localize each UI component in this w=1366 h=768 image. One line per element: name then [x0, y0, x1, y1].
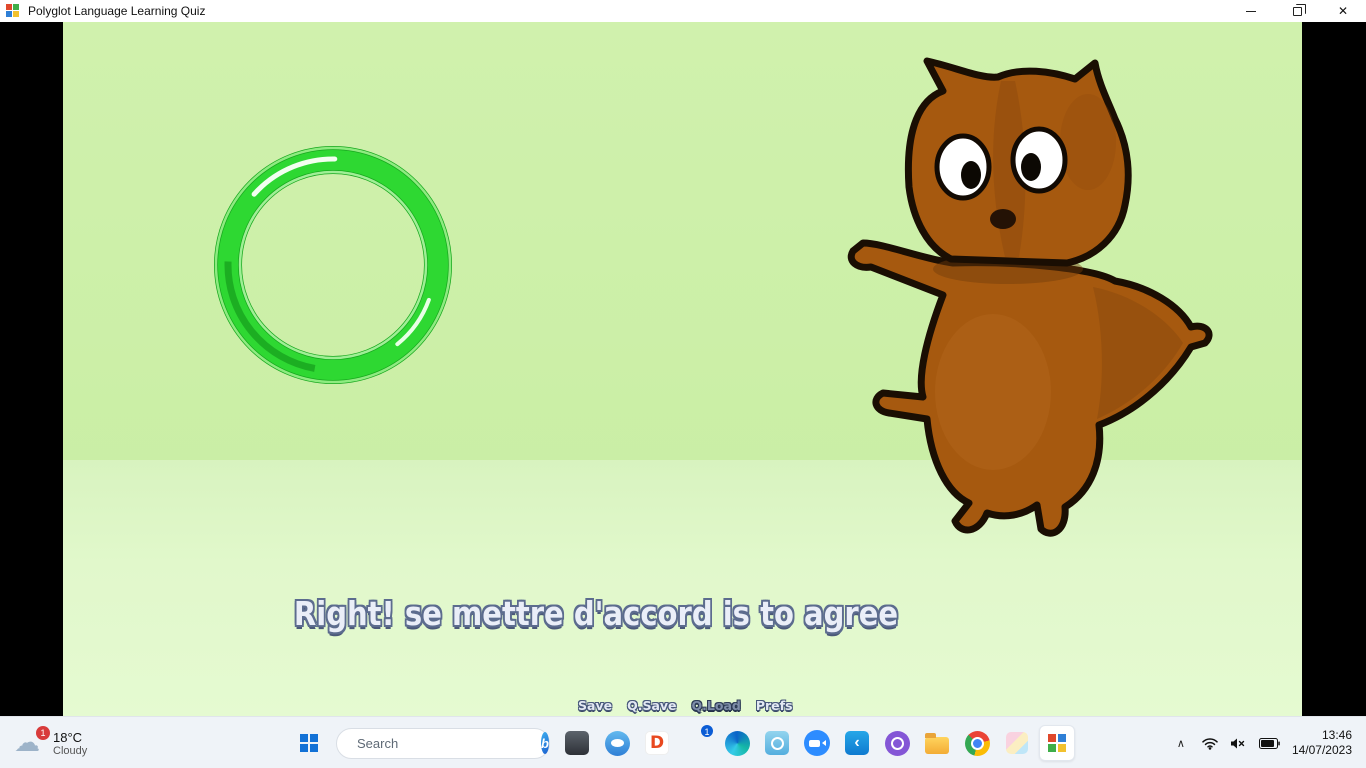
notification-badge: 1	[36, 726, 50, 740]
quick-save-button[interactable]: Q.Save	[627, 698, 676, 713]
teal-app-icon[interactable]	[757, 720, 797, 766]
file-explorer-icon[interactable]	[917, 720, 957, 766]
prefs-button[interactable]: Prefs	[756, 698, 793, 713]
zoom-icon[interactable]	[797, 720, 837, 766]
minimize-button[interactable]	[1228, 0, 1274, 22]
bing-icon[interactable]: b	[541, 732, 549, 754]
weather-temp: 18°C	[53, 730, 87, 745]
tray-date: 14/07/2023	[1292, 743, 1352, 758]
game-scene[interactable]: Right! se mettre d'accord is to agree Sa…	[63, 22, 1302, 716]
start-button[interactable]	[289, 720, 329, 766]
polyglot-quiz-app-icon[interactable]	[1037, 720, 1077, 766]
save-button[interactable]: Save	[578, 698, 612, 713]
game-menu: Save Q.Save Q.Load Prefs	[578, 698, 793, 713]
quick-load-button[interactable]: Q.Load	[692, 698, 741, 713]
search-box[interactable]: b	[336, 728, 550, 759]
chrome-browser-icon[interactable]	[957, 720, 997, 766]
app-notification-badge: 1	[700, 724, 714, 738]
desktop: Polyglot Language Learning Quiz ✕	[0, 0, 1366, 768]
active-app-highlight	[1039, 725, 1075, 761]
taskbar-center: b D 1 ‹	[289, 720, 1077, 766]
windows-logo-icon	[300, 734, 318, 752]
search-input[interactable]	[357, 736, 533, 751]
close-button[interactable]: ✕	[1320, 0, 1366, 22]
volume-muted-icon[interactable]	[1230, 737, 1247, 750]
dark-app-icon[interactable]	[557, 720, 597, 766]
chat-app-icon[interactable]	[597, 720, 637, 766]
weather-condition: Cloudy	[53, 745, 87, 757]
d-app-icon[interactable]: D	[637, 720, 677, 766]
bear-character-graphic	[843, 47, 1223, 547]
window-titlebar: Polyglot Language Learning Quiz ✕	[0, 0, 1366, 22]
game-window: Right! se mettre d'accord is to agree Sa…	[0, 22, 1366, 716]
quiz-feedback-text: Right! se mettre d'accord is to agree	[294, 594, 898, 633]
restore-button[interactable]	[1274, 0, 1320, 22]
wifi-icon[interactable]	[1202, 737, 1218, 750]
app-icon	[6, 4, 20, 18]
battery-icon[interactable]	[1259, 738, 1280, 749]
purple-app-icon[interactable]	[877, 720, 917, 766]
microsoft-grid-app-icon[interactable]: 1	[677, 720, 717, 766]
weather-text: 18°C Cloudy	[53, 730, 87, 757]
taskbar: ☁ 1 18°C Cloudy b D	[0, 716, 1366, 768]
restore-icon	[1293, 7, 1302, 16]
misc-app-icon[interactable]	[997, 720, 1037, 766]
clock[interactable]: 13:46 14/07/2023	[1292, 728, 1352, 758]
cloud-icon: ☁ 1	[14, 728, 46, 758]
vscode-icon[interactable]: ‹	[837, 720, 877, 766]
weather-widget[interactable]: ☁ 1 18°C Cloudy	[6, 720, 95, 766]
polyglot-pixel-icon	[1048, 734, 1066, 752]
green-ring-graphic	[208, 140, 458, 390]
hidden-icons-chevron[interactable]: ∧	[1172, 737, 1190, 750]
window-title: Polyglot Language Learning Quiz	[28, 4, 205, 18]
minimize-icon	[1246, 11, 1256, 12]
edge-browser-icon[interactable]	[717, 720, 757, 766]
tray-time: 13:46	[1292, 728, 1352, 743]
system-tray: ∧	[1172, 717, 1366, 768]
